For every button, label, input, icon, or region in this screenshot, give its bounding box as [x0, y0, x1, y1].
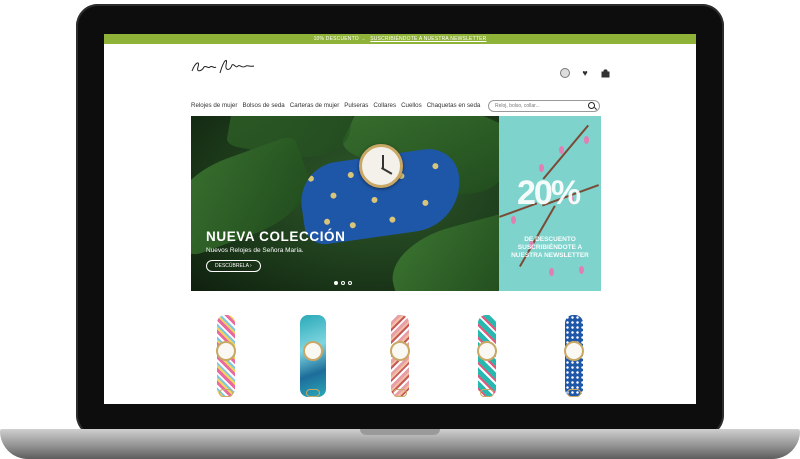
promo-bar: 10% DESCUENTO → SUSCRIBIÉNDOTE A NUESTRA… — [104, 34, 696, 44]
product-card[interactable] — [551, 309, 597, 404]
watch-ring — [567, 389, 581, 397]
watch-image — [359, 144, 403, 188]
nav-item-pulseras[interactable]: Pulseras — [344, 102, 368, 109]
watch-ring — [306, 389, 320, 397]
signature-logo-icon — [191, 59, 255, 74]
watch-face — [477, 341, 497, 361]
newsletter-link[interactable]: SUSCRIBIÉNDOTE A NUESTRA NEWSLETTER — [370, 34, 486, 44]
bag-icon[interactable] — [600, 68, 610, 78]
watch-face — [564, 341, 584, 361]
user-icon[interactable] — [560, 68, 570, 78]
product-row — [191, 309, 609, 404]
watch-ring — [480, 389, 494, 397]
nav-item-bolsos[interactable]: Bolsos de seda — [242, 102, 284, 109]
search-icon[interactable] — [588, 102, 595, 109]
discover-button[interactable]: DESCÚBRELA › — [206, 260, 261, 272]
product-card[interactable] — [290, 309, 336, 404]
nav-item-relojes[interactable]: Relojes de mujer — [191, 102, 237, 109]
slider-dot-2[interactable] — [341, 281, 345, 285]
product-card[interactable] — [464, 309, 510, 404]
product-card[interactable] — [203, 309, 249, 404]
watch-ring — [219, 389, 233, 397]
laptop-base — [0, 429, 800, 459]
promo-text: 10% DESCUENTO → — [313, 36, 366, 42]
nav-item-chaquetas[interactable]: Chaquetas en seda — [427, 102, 481, 109]
laptop-frame: 10% DESCUENTO → SUSCRIBIÉNDOTE A NUESTRA… — [0, 0, 800, 459]
watch-face — [303, 341, 323, 361]
nav-item-collares[interactable]: Collares — [373, 102, 396, 109]
heart-icon[interactable]: ♥ — [580, 68, 590, 78]
search-input[interactable]: Reloj, bolso, collar... — [488, 100, 600, 112]
product-card[interactable] — [377, 309, 423, 404]
slider-dot-1[interactable] — [334, 281, 338, 285]
header-icons: ♥ — [560, 68, 610, 78]
nav-item-cuellos[interactable]: Cuellos — [401, 102, 422, 109]
hero-title: NUEVA COLECCIÓN — [206, 229, 346, 244]
watch-face — [216, 341, 236, 361]
main-nav: Relojes de mujer Bolsos de seda Carteras… — [104, 92, 696, 118]
discount-percent: 20% — [517, 174, 581, 212]
newsletter-promo-tile[interactable]: 20% DE DESCUENTO SUSCRIBIÉNDOTE A NUESTR… — [499, 116, 601, 291]
watch-ring — [393, 389, 407, 397]
nav-item-carteras[interactable]: Carteras de mujer — [290, 102, 340, 109]
site-header: ♥ — [104, 44, 696, 92]
slider-dots — [334, 281, 352, 285]
website-screen: 10% DESCUENTO → SUSCRIBIÉNDOTE A NUESTRA… — [104, 34, 696, 404]
discount-text: DE DESCUENTO SUSCRIBIÉNDOTE A NUESTRA NE… — [511, 236, 589, 259]
watch-face — [390, 341, 410, 361]
discover-button-label: DESCÚBRELA — [215, 263, 249, 269]
hero-subtitle: Nuevos Relojes de Señora María. — [206, 247, 304, 254]
slider-dot-3[interactable] — [348, 281, 352, 285]
base-notch — [360, 429, 440, 435]
search-placeholder: Reloj, bolso, collar... — [495, 103, 540, 109]
hero-slider[interactable]: NUEVA COLECCIÓN Nuevos Relojes de Señora… — [191, 116, 499, 291]
